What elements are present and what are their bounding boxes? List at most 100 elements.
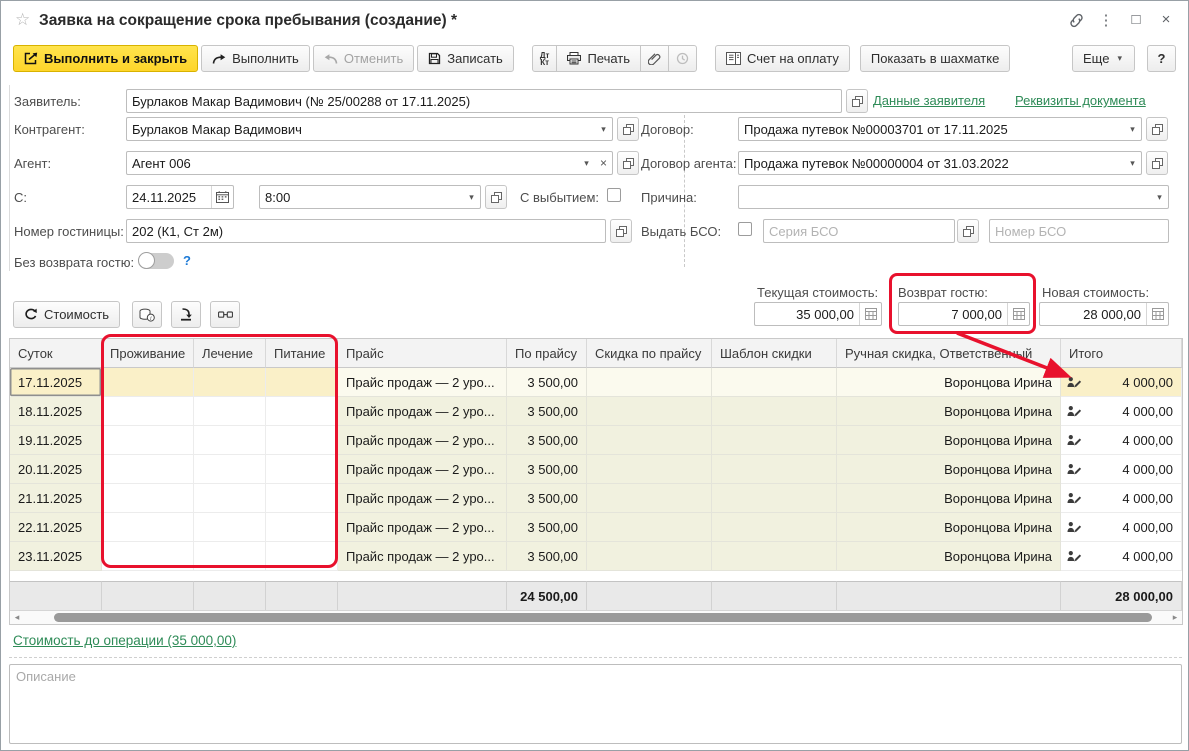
cell-responsible[interactable]: Воронцова Ирина [837,426,1061,455]
cell-lodging[interactable] [102,397,194,426]
cell-pricelist[interactable]: Прайс продаж — 2 уро... [338,397,507,426]
agent-contract-dropdown-icon[interactable]: ▾ [1124,152,1141,174]
cell-total[interactable]: 4 000,00 [1061,542,1182,571]
cell-discount-template[interactable] [712,397,837,426]
bso-number-input[interactable] [990,221,1168,241]
no-refund-toggle[interactable] [138,253,174,269]
agent-clear-icon[interactable]: × [595,152,612,174]
cell-responsible[interactable]: Воронцова Ирина [837,484,1061,513]
new-cost-calculator-icon[interactable] [1146,303,1168,325]
description-textarea[interactable] [9,664,1182,744]
cell-treatment[interactable] [194,513,266,542]
bso-series-input[interactable] [764,221,954,241]
cell-pricelist[interactable]: Прайс продаж — 2 уро... [338,484,507,513]
cell-date[interactable]: 21.11.2025 [10,484,102,513]
from-date-input[interactable] [127,187,211,207]
cell-by-price[interactable]: 3 500,00 [507,397,587,426]
cell-price-discount[interactable] [587,542,712,571]
history-button[interactable] [668,45,697,72]
favorite-star-icon[interactable]: ☆ [15,10,30,30]
from-time-open-button[interactable] [485,185,507,209]
from-time-input[interactable] [260,187,463,207]
hotel-room-input[interactable] [127,221,605,241]
save-button[interactable]: Записать [417,45,514,72]
cell-responsible[interactable]: Воронцова Ирина [837,368,1061,397]
cell-price-discount[interactable] [587,513,712,542]
cell-by-price[interactable]: 3 500,00 [507,484,587,513]
contract-open-button[interactable] [1146,117,1168,141]
refund-input[interactable] [899,304,1007,324]
agent-contract-open-button[interactable] [1146,151,1168,175]
cell-meals[interactable] [266,455,338,484]
contract-input[interactable] [739,119,1124,139]
cell-treatment[interactable] [194,542,266,571]
cell-treatment[interactable] [194,397,266,426]
column-header-price-discount[interactable]: Скидка по прайсу [587,339,712,368]
applicant-data-link[interactable]: Данные заявителя [873,93,985,108]
cell-meals[interactable] [266,542,338,571]
cell-pricelist[interactable]: Прайс продаж — 2 уро... [338,368,507,397]
cell-lodging[interactable] [102,426,194,455]
cell-meals[interactable] [266,513,338,542]
linked-view-button[interactable] [210,301,240,328]
cell-treatment[interactable] [194,484,266,513]
cell-responsible[interactable]: Воронцова Ирина [837,542,1061,571]
new-cost-input[interactable] [1040,304,1146,324]
cell-price-discount[interactable] [587,426,712,455]
attachments-button[interactable] [640,45,669,72]
calendar-icon[interactable] [211,186,233,208]
column-header-manual-discount[interactable]: Ручная скидка, Ответственный [837,339,1061,368]
cell-price-discount[interactable] [587,455,712,484]
cell-total[interactable]: 4 000,00 [1061,484,1182,513]
scroll-right-icon[interactable]: ▸ [1168,612,1182,623]
refund-calculator-icon[interactable] [1007,303,1029,325]
dt-kt-button[interactable]: ДтКт [532,45,558,72]
cell-pricelist[interactable]: Прайс продаж — 2 уро... [338,513,507,542]
cell-responsible[interactable]: Воронцова Ирина [837,513,1061,542]
help-button[interactable]: ? [1147,45,1176,72]
cell-lodging[interactable] [102,455,194,484]
get-link-icon[interactable] [1067,12,1086,29]
cell-lodging[interactable] [102,484,194,513]
execute-button[interactable]: Выполнить [201,45,310,72]
cell-by-price[interactable]: 3 500,00 [507,513,587,542]
cell-by-price[interactable]: 3 500,00 [507,542,587,571]
cell-date[interactable]: 19.11.2025 [10,426,102,455]
cancel-button[interactable]: Отменить [313,45,414,72]
cell-discount-template[interactable] [712,513,837,542]
cell-meals[interactable] [266,484,338,513]
horizontal-scrollbar[interactable]: ◂ ▸ [10,610,1182,624]
cell-date[interactable]: 17.11.2025 [10,368,102,397]
cell-treatment[interactable] [194,368,266,397]
scroll-left-icon[interactable]: ◂ [10,612,24,623]
scrollbar-thumb[interactable] [54,613,1152,622]
cell-total[interactable]: 4 000,00 [1061,455,1182,484]
cell-treatment[interactable] [194,426,266,455]
invoice-button[interactable]: Счет на оплату [715,45,850,72]
cell-responsible[interactable]: Воронцова Ирина [837,397,1061,426]
with-departure-checkbox[interactable] [607,188,621,202]
cell-pricelist[interactable]: Прайс продаж — 2 уро... [338,455,507,484]
cell-discount-template[interactable] [712,542,837,571]
cell-discount-template[interactable] [712,368,837,397]
cell-total[interactable]: 4 000,00 [1061,397,1182,426]
fill-table-button[interactable] [171,301,201,328]
cell-by-price[interactable]: 3 500,00 [507,426,587,455]
cell-total[interactable]: 4 000,00 [1061,426,1182,455]
cell-lodging[interactable] [102,513,194,542]
current-cost-input[interactable] [755,304,859,324]
price-info-button[interactable]: i [132,301,162,328]
cell-total[interactable]: 4 000,00 [1061,368,1182,397]
cell-price-discount[interactable] [587,397,712,426]
agent-open-button[interactable] [617,151,639,175]
column-header-by-price[interactable]: По прайсу [507,339,587,368]
cell-price-discount[interactable] [587,368,712,397]
cell-lodging[interactable] [102,542,194,571]
cell-pricelist[interactable]: Прайс продаж — 2 уро... [338,542,507,571]
window-menu-icon[interactable]: ⋮ [1095,11,1117,29]
show-in-chessboard-button[interactable]: Показать в шахматке [860,45,1010,72]
bso-series-open-button[interactable] [957,219,979,243]
cell-treatment[interactable] [194,455,266,484]
column-header-meals[interactable]: Питание [266,339,338,368]
table-empty-area[interactable] [10,571,1182,581]
